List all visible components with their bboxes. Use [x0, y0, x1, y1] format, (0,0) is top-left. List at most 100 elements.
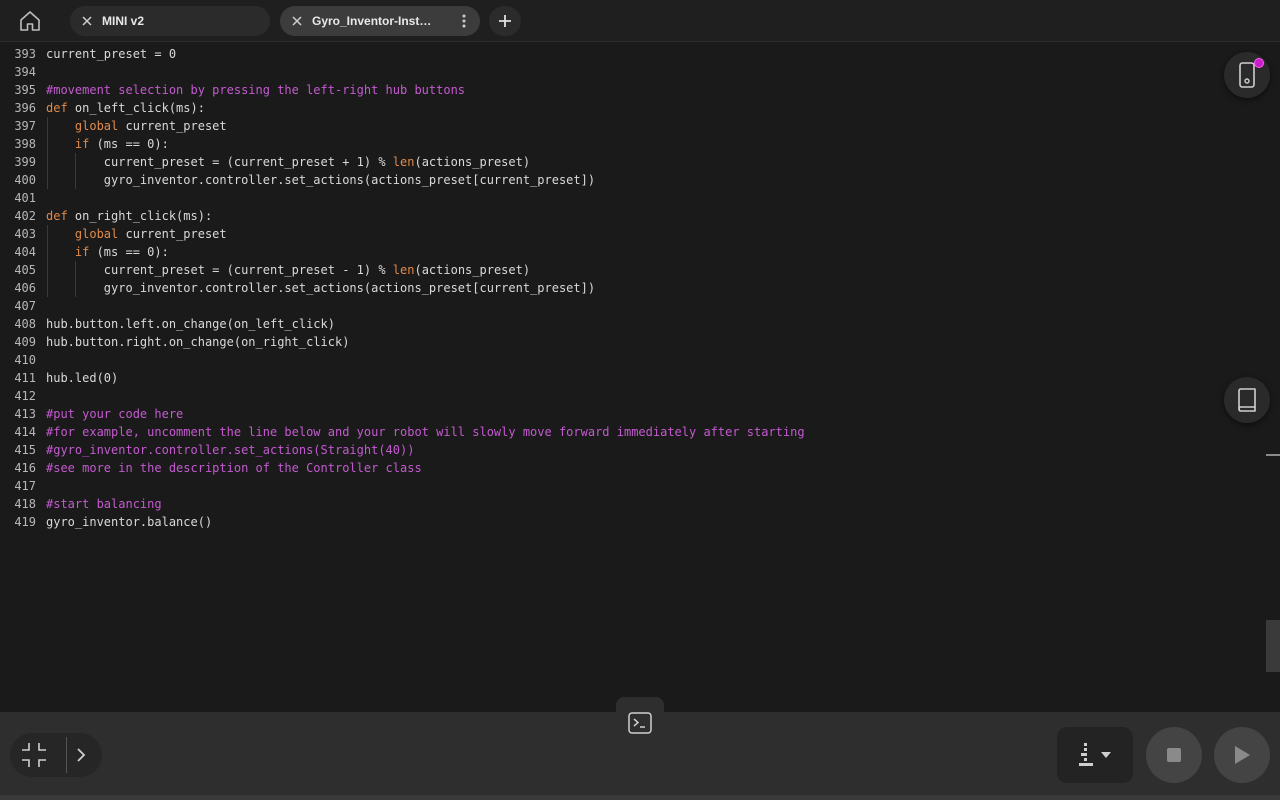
line-number: 406 — [14, 281, 36, 295]
line-number: 412 — [14, 389, 36, 403]
code-text: hub.button.left.on_change(on_left_click) — [46, 317, 335, 331]
line-number: 395 — [14, 83, 36, 97]
code-line[interactable]: 404 if (ms == 0): — [0, 243, 1260, 261]
code-line[interactable]: 403 global current_preset — [0, 225, 1260, 243]
code-line[interactable]: 409 hub.button.right.on_change(on_right_c… — [0, 333, 1260, 351]
close-tab-button[interactable] — [280, 16, 312, 26]
top-bar: MINI v2 Gyro_Inventor-Instr… — [0, 0, 1280, 42]
line-number: 416 — [14, 461, 36, 475]
collapse-icon — [22, 743, 46, 767]
code-line[interactable]: 397 global current_preset — [0, 117, 1260, 135]
line-number: 414 — [14, 425, 36, 439]
code-line[interactable]: 394 — [0, 63, 1260, 81]
code-text: #gyro_inventor.controller.set_actions(St… — [46, 443, 415, 457]
hub-port-select[interactable] — [1057, 727, 1133, 783]
line-number: 404 — [14, 245, 36, 259]
code-line[interactable]: 399 current_preset = (current_preset + 1… — [0, 153, 1260, 171]
stop-button[interactable] — [1146, 727, 1202, 783]
code-line[interactable]: 406 gyro_inventor.controller.set_actions… — [0, 279, 1260, 297]
line-number: 411 — [14, 371, 36, 385]
chevron-down-icon — [1101, 752, 1111, 758]
code-editor[interactable]: 393 current_preset = 0 394 395 #movement sel… — [0, 45, 1266, 712]
line-number: 410 — [14, 353, 36, 367]
book-icon — [1238, 388, 1256, 412]
code-line[interactable]: 412 — [0, 387, 1260, 405]
notification-dot — [1254, 58, 1264, 68]
code-text: if (ms == 0): — [74, 137, 169, 151]
hub-port-icon — [1079, 743, 1093, 766]
code-line[interactable]: 405 current_preset = (current_preset - 1… — [0, 261, 1260, 279]
code-line[interactable]: 418 #start balancing — [0, 495, 1260, 513]
code-text: #start balancing — [46, 497, 162, 511]
code-line[interactable]: 414 #for example, uncomment the line belo… — [0, 423, 1260, 441]
code-line[interactable]: 417 — [0, 477, 1260, 495]
code-text: global current_preset — [74, 119, 227, 133]
code-text: current_preset = (current_preset - 1) % … — [46, 263, 531, 277]
code-text: #movement selection by pressing the left… — [46, 83, 466, 97]
tab-menu-button[interactable] — [456, 6, 472, 36]
code-text: def on_left_click(ms): — [46, 101, 205, 115]
code-line[interactable]: 408 hub.button.left.on_change(on_left_cli… — [0, 315, 1260, 333]
tab-label: Gyro_Inventor-Instr… — [312, 14, 434, 28]
run-button[interactable] — [1214, 727, 1270, 783]
line-number: 419 — [14, 515, 36, 529]
line-number: 402 — [14, 209, 36, 223]
documentation-button[interactable] — [1224, 377, 1270, 423]
code-text: global current_preset — [74, 227, 227, 241]
close-icon — [292, 16, 302, 26]
code-line[interactable]: 395 #movement selection by pressing the l… — [0, 81, 1260, 99]
line-number: 400 — [14, 173, 36, 187]
code-line[interactable]: 410 — [0, 351, 1260, 369]
line-number: 401 — [14, 191, 36, 205]
tab-gyro-inventor[interactable]: Gyro_Inventor-Instr… — [280, 6, 480, 36]
plus-icon — [499, 15, 511, 27]
code-line[interactable]: 402 def on_right_click(ms): — [0, 207, 1260, 225]
code-text: #for example, uncomment the line below a… — [46, 425, 805, 439]
scrollbar-thumb[interactable] — [1266, 620, 1280, 672]
code-line[interactable]: 411 hub.led(0) — [0, 369, 1260, 387]
code-line[interactable]: 407 — [0, 297, 1260, 315]
code-text: def on_right_click(ms): — [46, 209, 213, 223]
code-line[interactable]: 401 — [0, 189, 1260, 207]
code-text: gyro_inventor.controller.set_actions(act… — [46, 281, 596, 295]
line-number: 398 — [14, 137, 36, 151]
line-number: 408 — [14, 317, 36, 331]
open-console-button[interactable] — [628, 711, 652, 735]
add-tab-button[interactable] — [489, 6, 521, 36]
tab-mini-v2[interactable]: MINI v2 — [70, 6, 270, 36]
hub-device-button[interactable] — [1224, 52, 1270, 98]
code-line[interactable]: 393 current_preset = 0 — [0, 45, 1260, 63]
expand-panel-button[interactable] — [68, 733, 94, 777]
divider — [66, 737, 67, 773]
line-number: 396 — [14, 101, 36, 115]
line-number: 407 — [14, 299, 36, 313]
collapse-button[interactable] — [12, 733, 56, 777]
code-line[interactable]: 416 #see more in the description of the C… — [0, 459, 1260, 477]
code-text: hub.button.right.on_change(on_right_clic… — [46, 335, 350, 349]
code-text: current_preset = 0 — [46, 47, 177, 61]
chevron-right-icon — [77, 748, 86, 762]
line-number: 399 — [14, 155, 36, 169]
editor-scrollbar[interactable] — [1266, 42, 1280, 712]
code-line[interactable]: 413 #put your code here — [0, 405, 1260, 423]
code-line[interactable]: 415 #gyro_inventor.controller.set_actions… — [0, 441, 1260, 459]
line-number: 409 — [14, 335, 36, 349]
line-number: 413 — [14, 407, 36, 421]
code-line[interactable]: 419 gyro_inventor.balance() — [0, 513, 1260, 531]
home-button[interactable] — [14, 6, 46, 36]
code-line[interactable]: 396 def on_left_click(ms): — [0, 99, 1260, 117]
line-number: 397 — [14, 119, 36, 133]
line-number: 394 — [14, 65, 36, 79]
code-text: current_preset = (current_preset + 1) % … — [46, 155, 531, 169]
code-text: hub.led(0) — [46, 371, 119, 385]
close-tab-button[interactable] — [70, 16, 102, 26]
home-icon — [20, 11, 40, 31]
code-text: gyro_inventor.balance() — [46, 515, 213, 529]
scrollbar-marker — [1266, 454, 1280, 456]
tab-label: MINI v2 — [102, 14, 145, 28]
code-line[interactable]: 400 gyro_inventor.controller.set_actions… — [0, 171, 1260, 189]
code-line[interactable]: 398 if (ms == 0): — [0, 135, 1260, 153]
code-text: #see more in the description of the Cont… — [46, 461, 422, 475]
terminal-icon — [628, 712, 652, 734]
play-icon — [1235, 746, 1250, 764]
